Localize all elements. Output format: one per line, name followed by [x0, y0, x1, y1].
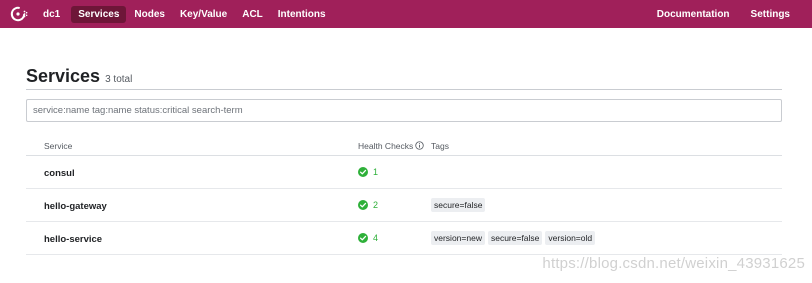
table-row[interactable]: consul 1 — [26, 156, 782, 189]
column-header-tags: Tags — [431, 140, 449, 151]
tag-badge: version=old — [545, 231, 596, 245]
info-icon[interactable] — [415, 141, 424, 150]
service-name: hello-gateway — [44, 201, 107, 212]
column-header-service: Service — [44, 140, 73, 151]
health-checks-cell: 4 — [340, 233, 431, 243]
tag-badge: secure=false — [431, 198, 486, 212]
column-header-health-checks: Health Checks — [340, 141, 431, 151]
check-passing-icon — [358, 200, 368, 210]
table-row[interactable]: hello-gateway 2 secure=false — [26, 189, 782, 222]
passing-check-count: 4 — [373, 233, 379, 243]
page-header: Services 3 total — [26, 66, 782, 90]
nav-nodes[interactable]: Nodes — [127, 6, 172, 23]
check-passing-icon — [358, 167, 368, 177]
nav-acl[interactable]: ACL — [235, 6, 270, 23]
service-name-link[interactable]: consul — [26, 163, 340, 181]
health-checks-cell: 1 — [340, 167, 431, 177]
service-name-link[interactable]: hello-gateway — [26, 196, 340, 214]
consul-logo-icon[interactable] — [9, 4, 29, 24]
column-header-health-checks-label: Health Checks — [358, 140, 414, 151]
nav-settings[interactable]: Settings — [744, 6, 797, 23]
nav-key-value[interactable]: Key/Value — [173, 6, 234, 23]
search-input[interactable] — [26, 99, 782, 122]
watermark-text: https://blog.csdn.net/weixin_43931625 — [542, 255, 805, 272]
service-name-link[interactable]: hello-service — [26, 229, 340, 247]
table-header: Service Health Checks Tags — [26, 136, 782, 156]
passing-check-count: 2 — [373, 200, 379, 210]
tags-cell: secure=false — [431, 198, 782, 212]
datacenter-selector[interactable]: dc1 — [43, 6, 67, 23]
nav-services[interactable]: Services — [71, 5, 127, 23]
top-navigation: dc1 Services Nodes Key/Value ACL Intenti… — [0, 0, 812, 28]
services-table: Service Health Checks Tags consul 1 hell… — [26, 136, 782, 255]
health-checks-cell: 2 — [340, 200, 431, 210]
table-row[interactable]: hello-service 4 version=new secure=false… — [26, 222, 782, 255]
tags-cell: version=new secure=false version=old — [431, 231, 782, 245]
check-passing-icon — [358, 233, 368, 243]
nav-intentions[interactable]: Intentions — [271, 6, 333, 23]
nav-documentation[interactable]: Documentation — [650, 6, 737, 23]
tag-badge: version=new — [431, 231, 485, 245]
page-title: Services — [26, 66, 101, 86]
tag-badge: secure=false — [487, 231, 543, 245]
service-name: consul — [44, 168, 75, 179]
service-count: 3 total — [105, 74, 133, 85]
passing-check-count: 1 — [373, 167, 379, 177]
service-name: hello-service — [44, 234, 103, 245]
